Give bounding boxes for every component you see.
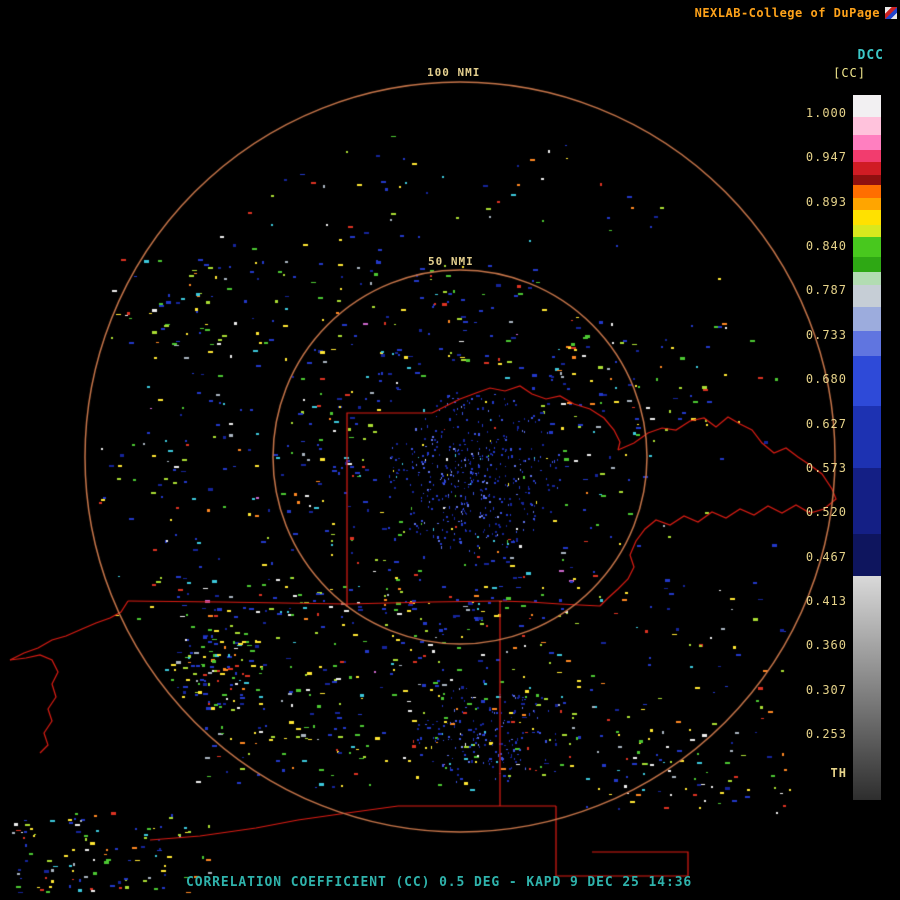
brand-text: NEXLAB-College of DuPage — [695, 6, 880, 20]
legend-color-band — [853, 257, 881, 272]
legend-color-band — [853, 356, 881, 406]
legend-color-band — [853, 185, 881, 198]
legend-tick: 0.947 — [806, 150, 847, 164]
legend-color-band — [853, 468, 881, 534]
legend-color-band — [853, 237, 881, 257]
legend-color-band — [853, 534, 881, 576]
legend-tick: 0.573 — [806, 461, 847, 475]
legend-color-band — [853, 285, 881, 307]
legend-tick: 0.893 — [806, 195, 847, 209]
legend-color-band — [853, 307, 881, 331]
legend-color-band — [853, 135, 881, 150]
legend-threshold-label: TH — [831, 766, 847, 780]
legend-color-band — [853, 95, 881, 117]
legend-tick: 0.413 — [806, 594, 847, 608]
legend-color-band — [853, 150, 881, 162]
brand: NEXLAB-College of DuPage — [695, 6, 897, 20]
legend-tick: 0.733 — [806, 328, 847, 342]
nexlab-logo-icon — [885, 7, 897, 19]
legend-color-band — [853, 162, 881, 175]
legend-tick: 1.000 — [806, 106, 847, 120]
legend-color-band — [853, 210, 881, 225]
legend-color-band — [853, 117, 881, 135]
legend-tick: 0.360 — [806, 638, 847, 652]
radar-display-canvas — [0, 0, 900, 900]
legend-color-band — [853, 175, 881, 185]
legend-color-band — [853, 272, 881, 285]
legend-tick: 0.680 — [806, 372, 847, 386]
legend-color-band — [853, 576, 881, 800]
legend-product-code: DCC — [858, 48, 884, 63]
legend-units: [CC] — [833, 66, 866, 80]
legend-color-band — [853, 198, 881, 210]
radar-screen: NEXLAB-College of DuPage DCC [CC] 1.000 0… — [0, 0, 900, 900]
legend-color-band — [853, 225, 881, 237]
ring-label-100nmi: 100 NMI — [427, 66, 480, 79]
legend-tick: 0.520 — [806, 505, 847, 519]
legend-tick: 0.787 — [806, 283, 847, 297]
legend-color-band — [853, 406, 881, 468]
legend-tick: 0.307 — [806, 683, 847, 697]
ring-label-50nmi: 50 NMI — [428, 255, 474, 268]
status-bar: CORRELATION COEFFICIENT (CC) 0.5 DEG - K… — [186, 875, 692, 890]
legend-tick: 0.253 — [806, 727, 847, 741]
legend-tick: 0.467 — [806, 550, 847, 564]
legend-colorbar — [853, 95, 881, 800]
legend-color-band — [853, 331, 881, 356]
legend-tick: 0.840 — [806, 239, 847, 253]
legend-tick: 0.627 — [806, 417, 847, 431]
